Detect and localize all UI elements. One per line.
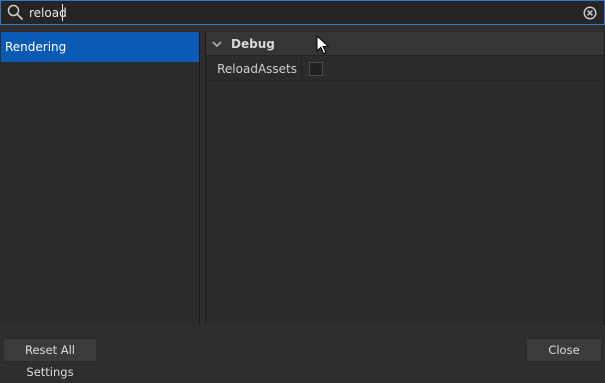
reloadassets-checkbox[interactable] bbox=[309, 62, 323, 76]
text-cursor bbox=[62, 4, 63, 21]
setting-row-reloadassets: ReloadAssets bbox=[206, 57, 604, 81]
settings-panel: Debug ReloadAssets bbox=[205, 31, 605, 325]
section-title: Debug bbox=[231, 37, 275, 51]
chevron-down-icon[interactable] bbox=[211, 38, 223, 50]
search-icon bbox=[7, 4, 24, 21]
category-list: Rendering bbox=[0, 31, 200, 325]
section-header-debug[interactable]: Debug bbox=[206, 32, 604, 56]
search-input[interactable] bbox=[29, 3, 569, 22]
category-item-rendering[interactable]: Rendering bbox=[1, 32, 199, 62]
setting-label: ReloadAssets bbox=[206, 57, 302, 81]
category-item-label: Rendering bbox=[5, 40, 67, 54]
mouse-pointer-icon bbox=[316, 35, 330, 55]
reset-all-settings-button[interactable]: Reset All Settings bbox=[3, 338, 97, 379]
clear-icon[interactable] bbox=[583, 6, 597, 20]
close-button[interactable]: Close bbox=[526, 338, 602, 362]
footer: Reset All Settings Close bbox=[0, 325, 605, 379]
search-bar[interactable] bbox=[0, 0, 605, 25]
